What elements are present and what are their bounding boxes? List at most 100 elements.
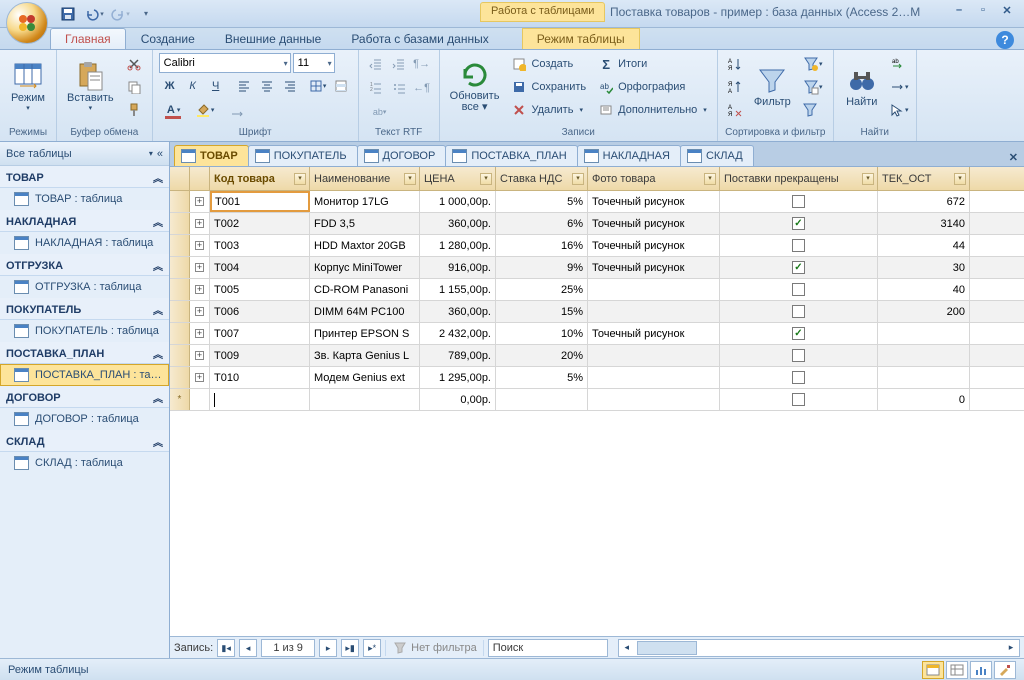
align-center-button[interactable]: [256, 75, 278, 97]
doc-tab[interactable]: ПОКУПАТЕЛЬ: [248, 145, 358, 166]
italic-button[interactable]: К: [182, 75, 204, 97]
checkbox[interactable]: [792, 305, 805, 318]
bullet-list-button[interactable]: [388, 77, 410, 99]
new-record-nav-button[interactable]: ▸*: [363, 639, 381, 657]
copy-button[interactable]: [122, 76, 146, 98]
close-tab-icon[interactable]: ✕: [1003, 149, 1024, 166]
doc-tab[interactable]: ТОВАР: [174, 145, 249, 166]
delete-record-button[interactable]: Удалить▾: [507, 99, 590, 121]
font-size-combo[interactable]: 11▾: [293, 53, 335, 73]
expand-icon[interactable]: +: [195, 219, 204, 228]
nav-item[interactable]: НАКЛАДНАЯ : таблица: [0, 232, 169, 254]
alt-row-color-button[interactable]: [330, 75, 352, 97]
qat-customize-icon[interactable]: ▾: [134, 3, 158, 25]
table-row[interactable]: +Т001Монитор 17LG1 000,00р.5%Точечный ри…: [170, 191, 1024, 213]
view-button[interactable]: Режим ▾: [6, 53, 50, 119]
table-row[interactable]: +Т007Принтер EPSON S2 432,00р.10%Точечны…: [170, 323, 1024, 345]
col-stock[interactable]: ТЕК_ОСТ▾: [878, 167, 970, 190]
select-button[interactable]: ▾: [888, 99, 910, 121]
selection-filter-button[interactable]: ▾: [799, 53, 827, 75]
search-box[interactable]: Поиск: [488, 639, 608, 657]
select-all-corner[interactable]: [170, 167, 190, 190]
more-button[interactable]: Дополнительно▾: [594, 99, 711, 121]
next-record-button[interactable]: ▸: [319, 639, 337, 657]
sort-desc-button[interactable]: ЯА: [724, 76, 746, 98]
first-record-button[interactable]: ▮◂: [217, 639, 235, 657]
cut-button[interactable]: [122, 53, 146, 75]
minimize-icon[interactable]: –: [950, 4, 968, 22]
nav-group-header[interactable]: ОТГРУЗКА︽: [0, 254, 169, 276]
checkbox[interactable]: [792, 393, 805, 406]
nav-item[interactable]: ТОВАР : таблица: [0, 188, 169, 210]
expand-icon[interactable]: +: [195, 197, 204, 206]
goto-button[interactable]: ▾: [888, 76, 910, 98]
col-name[interactable]: Наименование▾: [310, 167, 420, 190]
last-record-button[interactable]: ▸▮: [341, 639, 359, 657]
record-position[interactable]: 1 из 9: [261, 639, 315, 657]
clear-sort-button[interactable]: АЯ: [724, 99, 746, 121]
nav-group-header[interactable]: НАКЛАДНАЯ︽: [0, 210, 169, 232]
font-family-combo[interactable]: Calibri▾: [159, 53, 291, 73]
doc-tab[interactable]: СКЛАД: [680, 145, 754, 166]
gridlines-button[interactable]: ▾: [307, 75, 329, 97]
text-direction-button[interactable]: [226, 99, 248, 121]
fill-color-button[interactable]: ▾: [190, 99, 220, 121]
checkbox[interactable]: ✓: [792, 327, 805, 340]
expand-icon[interactable]: +: [195, 373, 204, 382]
tab-external[interactable]: Внешние данные: [210, 28, 337, 49]
checkbox[interactable]: [792, 239, 805, 252]
doc-tab[interactable]: ДОГОВОР: [357, 145, 447, 166]
font-color-button[interactable]: А▾: [159, 99, 189, 121]
horizontal-scrollbar[interactable]: ◂▸: [618, 639, 1020, 657]
nav-group-header[interactable]: ПОКУПАТЕЛЬ︽: [0, 298, 169, 320]
col-vat[interactable]: Ставка НДС▾: [496, 167, 588, 190]
tab-datasheet[interactable]: Режим таблицы: [522, 28, 640, 49]
table-row[interactable]: +Т002FDD 3,5360,00р.6%Точечный рисунок✓3…: [170, 213, 1024, 235]
col-stopped[interactable]: Поставки прекращены▾: [720, 167, 878, 190]
nav-group-header[interactable]: СКЛАД︽: [0, 430, 169, 452]
expand-icon[interactable]: +: [195, 307, 204, 316]
nav-item[interactable]: ПОСТАВКА_ПЛАН : та…: [0, 364, 169, 386]
numbered-list-button[interactable]: 12: [365, 77, 387, 99]
datasheet-view-btn[interactable]: [922, 661, 944, 679]
redo-icon[interactable]: ▾: [108, 3, 132, 25]
nav-item[interactable]: ПОКУПАТЕЛЬ : таблица: [0, 320, 169, 342]
decrease-indent-button[interactable]: [365, 53, 387, 75]
doc-tab[interactable]: ПОСТАВКА_ПЛАН: [445, 145, 577, 166]
expand-icon[interactable]: +: [195, 241, 204, 250]
nav-item[interactable]: ДОГОВОР : таблица: [0, 408, 169, 430]
navpane-collapse-icon[interactable]: «: [157, 148, 163, 160]
expand-icon[interactable]: +: [195, 351, 204, 360]
find-button[interactable]: Найти: [840, 53, 884, 119]
doc-tab[interactable]: НАКЛАДНАЯ: [577, 145, 681, 166]
table-row[interactable]: +Т009Зв. Карта Genius L789,00р.20%: [170, 345, 1024, 367]
nav-group-header[interactable]: ТОВАР︽: [0, 166, 169, 188]
checkbox[interactable]: ✓: [792, 261, 805, 274]
totals-button[interactable]: ΣИтоги: [594, 53, 711, 75]
checkbox[interactable]: [792, 283, 805, 296]
nav-group-header[interactable]: ПОСТАВКА_ПЛАН︽: [0, 342, 169, 364]
restore-icon[interactable]: ▫: [974, 4, 992, 22]
table-row[interactable]: +Т004Корпус MiniTower916,00р.9%Точечный …: [170, 257, 1024, 279]
refresh-all-button[interactable]: Обновитьвсе ▾: [446, 53, 504, 119]
nav-group-header[interactable]: ДОГОВОР︽: [0, 386, 169, 408]
new-row[interactable]: *0,00р.0: [170, 389, 1024, 411]
expand-icon[interactable]: +: [195, 285, 204, 294]
undo-icon[interactable]: ▾: [82, 3, 106, 25]
navpane-dropdown-icon[interactable]: ▾: [149, 149, 153, 158]
pivot-table-view-btn[interactable]: [946, 661, 968, 679]
replace-button[interactable]: ab: [888, 53, 910, 75]
close-icon[interactable]: ✕: [998, 4, 1016, 22]
table-row[interactable]: +Т006DIMM 64M PC100360,00р.15%200: [170, 301, 1024, 323]
help-icon[interactable]: ?: [996, 31, 1014, 49]
new-record-button[interactable]: Создать: [507, 53, 590, 75]
col-price[interactable]: ЦЕНА▾: [420, 167, 496, 190]
save-record-button[interactable]: Сохранить: [507, 76, 590, 98]
underline-button[interactable]: Ч: [205, 75, 227, 97]
filter-button[interactable]: Фильтр: [750, 53, 795, 119]
paste-button[interactable]: Вставить ▾: [63, 53, 118, 119]
col-photo[interactable]: Фото товара▾: [588, 167, 720, 190]
bold-button[interactable]: Ж: [159, 75, 181, 97]
expand-icon[interactable]: +: [195, 329, 204, 338]
nav-item[interactable]: СКЛАД : таблица: [0, 452, 169, 474]
